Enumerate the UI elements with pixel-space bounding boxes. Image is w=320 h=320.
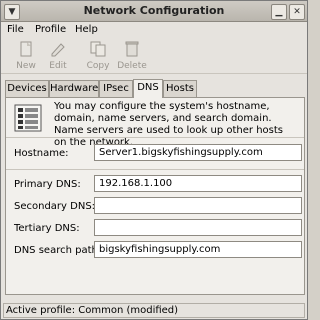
tab-hosts[interactable]: Hosts <box>163 80 197 97</box>
menu-bar: File Profile Help <box>1 22 307 38</box>
close-icon[interactable]: ✕ <box>289 4 305 20</box>
dns-info-icon <box>14 104 42 132</box>
minimize-icon[interactable]: ▁ <box>271 4 287 20</box>
dns-search-path-field[interactable] <box>94 241 302 258</box>
copy-button[interactable]: Copy <box>81 39 115 73</box>
hostname-field[interactable] <box>94 144 302 161</box>
menu-file[interactable]: File <box>7 24 24 35</box>
edit-label: Edit <box>49 61 67 71</box>
title-bar: ▼ Network Configuration ▁ ✕ <box>1 1 307 22</box>
secondary-dns-field[interactable] <box>94 197 302 214</box>
dns-panel: You may configure the system's hostname,… <box>5 97 305 295</box>
copy-icon <box>90 41 106 57</box>
new-label: New <box>16 61 36 71</box>
dns-description: You may configure the system's hostname,… <box>54 101 283 148</box>
dns-search-path-label: DNS search path: <box>14 245 102 256</box>
edit-button[interactable]: Edit <box>41 39 75 73</box>
divider <box>6 137 304 138</box>
new-icon <box>20 41 32 57</box>
tertiary-dns-field[interactable] <box>94 219 302 236</box>
status-bar: Active profile: Common (modified) <box>3 303 305 318</box>
hostname-label: Hostname: <box>14 148 69 159</box>
new-button[interactable]: New <box>9 39 43 73</box>
tertiary-dns-label: Tertiary DNS: <box>14 223 80 234</box>
window-title: Network Configuration <box>83 4 225 17</box>
tab-hardware[interactable]: Hardware <box>49 80 99 97</box>
delete-button[interactable]: Delete <box>115 39 149 73</box>
delete-label: Delete <box>117 61 147 71</box>
network-config-window: ▼ Network Configuration ▁ ✕ File Profile… <box>0 0 308 320</box>
tab-dns[interactable]: DNS <box>133 79 163 98</box>
primary-dns-label: Primary DNS: <box>14 179 81 190</box>
divider <box>6 169 304 170</box>
tab-ipsec[interactable]: IPsec <box>99 80 133 97</box>
menu-profile[interactable]: Profile <box>35 24 66 35</box>
secondary-dns-label: Secondary DNS: <box>14 201 96 212</box>
delete-icon <box>125 41 139 57</box>
tab-devices[interactable]: Devices <box>5 80 49 97</box>
menu-help[interactable]: Help <box>75 24 98 35</box>
primary-dns-field[interactable] <box>94 175 302 192</box>
copy-label: Copy <box>86 61 110 71</box>
toolbar: New Edit Copy Delete <box>1 39 307 74</box>
edit-icon <box>51 43 65 57</box>
